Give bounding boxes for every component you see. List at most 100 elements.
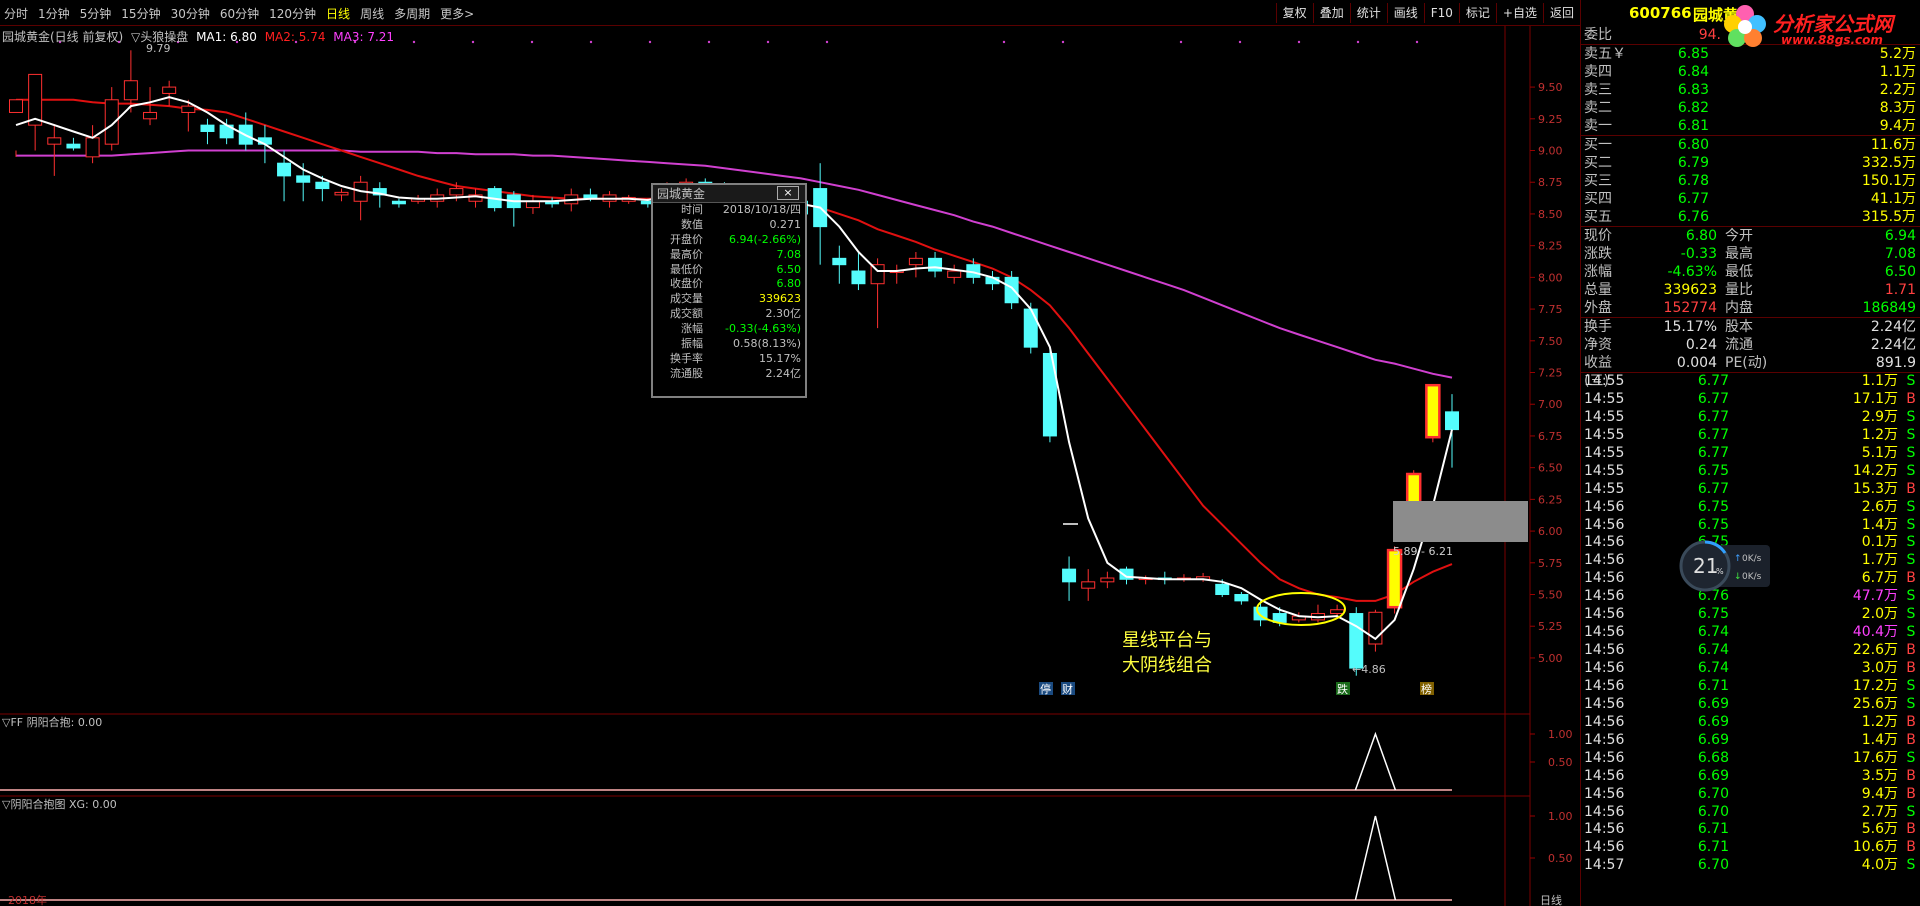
- tick-row[interactable]: 14:56 6.71 10.6万 B: [1581, 839, 1920, 857]
- range-label: 5.89 - 6.21: [1393, 545, 1453, 558]
- tick-row[interactable]: 14:56 6.69 25.6万 S: [1581, 696, 1920, 714]
- tick-side: S: [1906, 444, 1916, 461]
- quote-panel: 600766 园城黄 委比 94. 卖五￥ 6.85 5.2万 卖四 6.84 1.1万卖…: [1580, 0, 1920, 906]
- tick-row[interactable]: 14:55 6.77 5.1万 S: [1581, 445, 1920, 463]
- tab-4[interactable]: 30分钟: [169, 5, 212, 22]
- tick-row[interactable]: 14:56 6.74 40.4万 S: [1581, 624, 1920, 642]
- asks-label: 卖二: [1584, 100, 1612, 116]
- tick-row[interactable]: 14:55 6.77 2.9万 S: [1581, 409, 1920, 427]
- popup-value: 0.58(8.13%): [732, 337, 801, 351]
- asks-volume: 1.1万: [1879, 64, 1916, 80]
- tick-row[interactable]: 14:56 6.75 2.6万 S: [1581, 499, 1920, 517]
- tab-1[interactable]: 1分钟: [36, 5, 72, 22]
- bids-row[interactable]: 买五 6.76 315.5万: [1581, 208, 1920, 226]
- tab-2[interactable]: 5分钟: [78, 5, 114, 22]
- tick-price: 6.77: [1697, 408, 1729, 425]
- close-icon[interactable]: ×: [777, 186, 799, 200]
- candle-body: [162, 86, 177, 94]
- tick-list[interactable]: 14:55 6.77 1.1万 S 14:55 6.77 17.1万 B 14:55 6.77 2.…: [1581, 372, 1920, 875]
- candle-body: [832, 257, 847, 266]
- sub-chart-label[interactable]: ▽阴阳合抱图 XG: 0.00: [2, 797, 117, 811]
- tick-row[interactable]: 14:56 6.70 9.4万 B: [1581, 786, 1920, 804]
- tick-side: S: [1906, 373, 1916, 389]
- tab-9[interactable]: 多周期: [392, 5, 432, 22]
- tick-row[interactable]: 14:56 6.69 1.2万 B: [1581, 714, 1920, 732]
- tool-button-0[interactable]: 复权: [1275, 3, 1313, 23]
- kline-chart[interactable]: 9.79←4.865.89 - 6.21星线平台与大阴线组合停财跌榜 9.509…: [0, 26, 1580, 906]
- quote-row: 涨幅 -4.63% 最低 6.50: [1581, 263, 1920, 281]
- popup-title-bar[interactable]: 园城黄金 ×: [653, 185, 805, 203]
- net-speed-widget[interactable]: 21 % ↑ 0K/s ↓ 0K/s: [1678, 537, 1770, 595]
- ma-legend: 园城黄金(日线 前复权) ▽头狼操盘 MA1: 6.80 MA2: 5.74 M…: [2, 28, 398, 45]
- tick-row[interactable]: 14:56 6.71 5.6万 B: [1581, 821, 1920, 839]
- tick-row[interactable]: 14:56 6.68 17.6万 S: [1581, 750, 1920, 768]
- tick-row[interactable]: 14:55 6.77 15.3万 B: [1581, 481, 1920, 499]
- asks-price: 6.82: [1677, 100, 1709, 116]
- tick-row[interactable]: 14:55 6.75 14.2万 S: [1581, 463, 1920, 481]
- sub-axis-label: 0.50: [1548, 852, 1573, 865]
- bids-row[interactable]: 买四 6.77 41.1万: [1581, 190, 1920, 208]
- popup-value: 15.17%: [759, 351, 801, 365]
- bids-row[interactable]: 买一 6.80 11.6万: [1581, 136, 1920, 154]
- candle-body: [334, 191, 349, 196]
- quote-value: 7.08: [1884, 246, 1916, 262]
- tick-row[interactable]: 14:55 6.77 1.2万 S: [1581, 427, 1920, 445]
- tab-7[interactable]: 日线: [324, 5, 352, 22]
- tick-row[interactable]: 14:57 6.70 4.0万 S: [1581, 857, 1920, 875]
- tick-time: 14:56: [1584, 767, 1625, 784]
- tab-8[interactable]: 周线: [358, 5, 386, 22]
- tick-volume: 9.4万: [1861, 785, 1898, 802]
- tool-button-5[interactable]: 标记: [1458, 3, 1496, 23]
- asks-row[interactable]: 卖三 6.83 2.2万: [1581, 81, 1920, 99]
- bids-label: 买四: [1584, 191, 1612, 207]
- tool-button-1[interactable]: 叠加: [1312, 3, 1350, 23]
- indicator-name[interactable]: ▽头狼操盘: [131, 30, 188, 44]
- bids-row[interactable]: 买二 6.79 332.5万: [1581, 154, 1920, 172]
- asks-row[interactable]: 卖二 6.82 8.3万: [1581, 99, 1920, 117]
- tab-0[interactable]: 分时: [2, 5, 30, 22]
- tick-row[interactable]: 14:56 6.75 2.0万 S: [1581, 606, 1920, 624]
- candle-info-popup[interactable]: 园城黄金 × 时间 2018/10/18/四 数值 0.271 开盘价 6.94(-2.6…: [651, 183, 807, 398]
- tick-row[interactable]: 14:55 6.77 1.1万 S: [1581, 373, 1920, 391]
- popup-value: 2018/10/18/四: [722, 203, 801, 216]
- tick-row[interactable]: 14:56 6.74 22.6万 B: [1581, 642, 1920, 660]
- tick-row[interactable]: 14:56 6.74 3.0万 B: [1581, 660, 1920, 678]
- fund-label: 换手: [1584, 319, 1612, 335]
- quote-label: 外盘: [1584, 300, 1612, 316]
- tick-price: 6.69: [1697, 713, 1729, 730]
- tick-row[interactable]: 14:56 6.69 3.5万 B: [1581, 768, 1920, 786]
- bids-row[interactable]: 买三 6.78 150.1万: [1581, 172, 1920, 190]
- signal-dot: [766, 40, 770, 44]
- quote-summary: 现价 6.80 今开 6.94 涨跌 -0.33 最高 7.08 涨幅 -4.63% 最低 6.50 总…: [1581, 226, 1920, 317]
- asks-row[interactable]: 卖一 6.81 9.4万: [1581, 117, 1920, 135]
- quote-fundamentals: 换手 15.17% 股本 2.24亿 净资 0.24 流通 2.24亿 收益(三) 0.004 PE…: [1581, 317, 1920, 389]
- tool-button-6[interactable]: +自选: [1495, 3, 1543, 23]
- tick-row[interactable]: 14:56 6.69 1.4万 B: [1581, 732, 1920, 750]
- candle-body: [1425, 383, 1441, 439]
- popup-key: 时间: [681, 203, 703, 216]
- tick-volume: 1.2万: [1861, 426, 1898, 443]
- tool-button-4[interactable]: F10: [1423, 3, 1459, 23]
- tab-3[interactable]: 15分钟: [119, 5, 162, 22]
- tab-5[interactable]: 60分钟: [218, 5, 261, 22]
- asks-row[interactable]: 卖四 6.84 1.1万: [1581, 63, 1920, 81]
- asks-price: 6.83: [1677, 82, 1709, 98]
- fund-label: 净资: [1584, 337, 1612, 353]
- signal-dot: [530, 40, 534, 44]
- tool-button-3[interactable]: 画线: [1386, 3, 1424, 23]
- tool-button-2[interactable]: 统计: [1349, 3, 1387, 23]
- sub-chart-label[interactable]: ▽FF 阴阳合抱: 0.00: [2, 715, 102, 729]
- tick-row[interactable]: 14:55 6.77 17.1万 B: [1581, 391, 1920, 409]
- tab-10[interactable]: 更多>: [438, 5, 476, 22]
- tick-row[interactable]: 14:56 6.70 2.7万 S: [1581, 804, 1920, 822]
- quote-value: -0.33: [1680, 246, 1717, 262]
- candle-body: [1215, 583, 1230, 596]
- asks-price: 6.81: [1677, 118, 1709, 134]
- candle-body: [1081, 581, 1096, 589]
- bid-book: 买一 6.80 11.6万 买二 6.79 332.5万 买三 6.78 150.1万 买四 6.7…: [1581, 135, 1920, 226]
- tick-row[interactable]: 14:56 6.71 17.2万 S: [1581, 678, 1920, 696]
- tab-6[interactable]: 120分钟: [267, 5, 318, 22]
- tick-row[interactable]: 14:56 6.75 1.4万 S: [1581, 517, 1920, 535]
- tool-button-7[interactable]: 返回: [1542, 3, 1580, 23]
- download-speed: 0K/s: [1742, 572, 1762, 582]
